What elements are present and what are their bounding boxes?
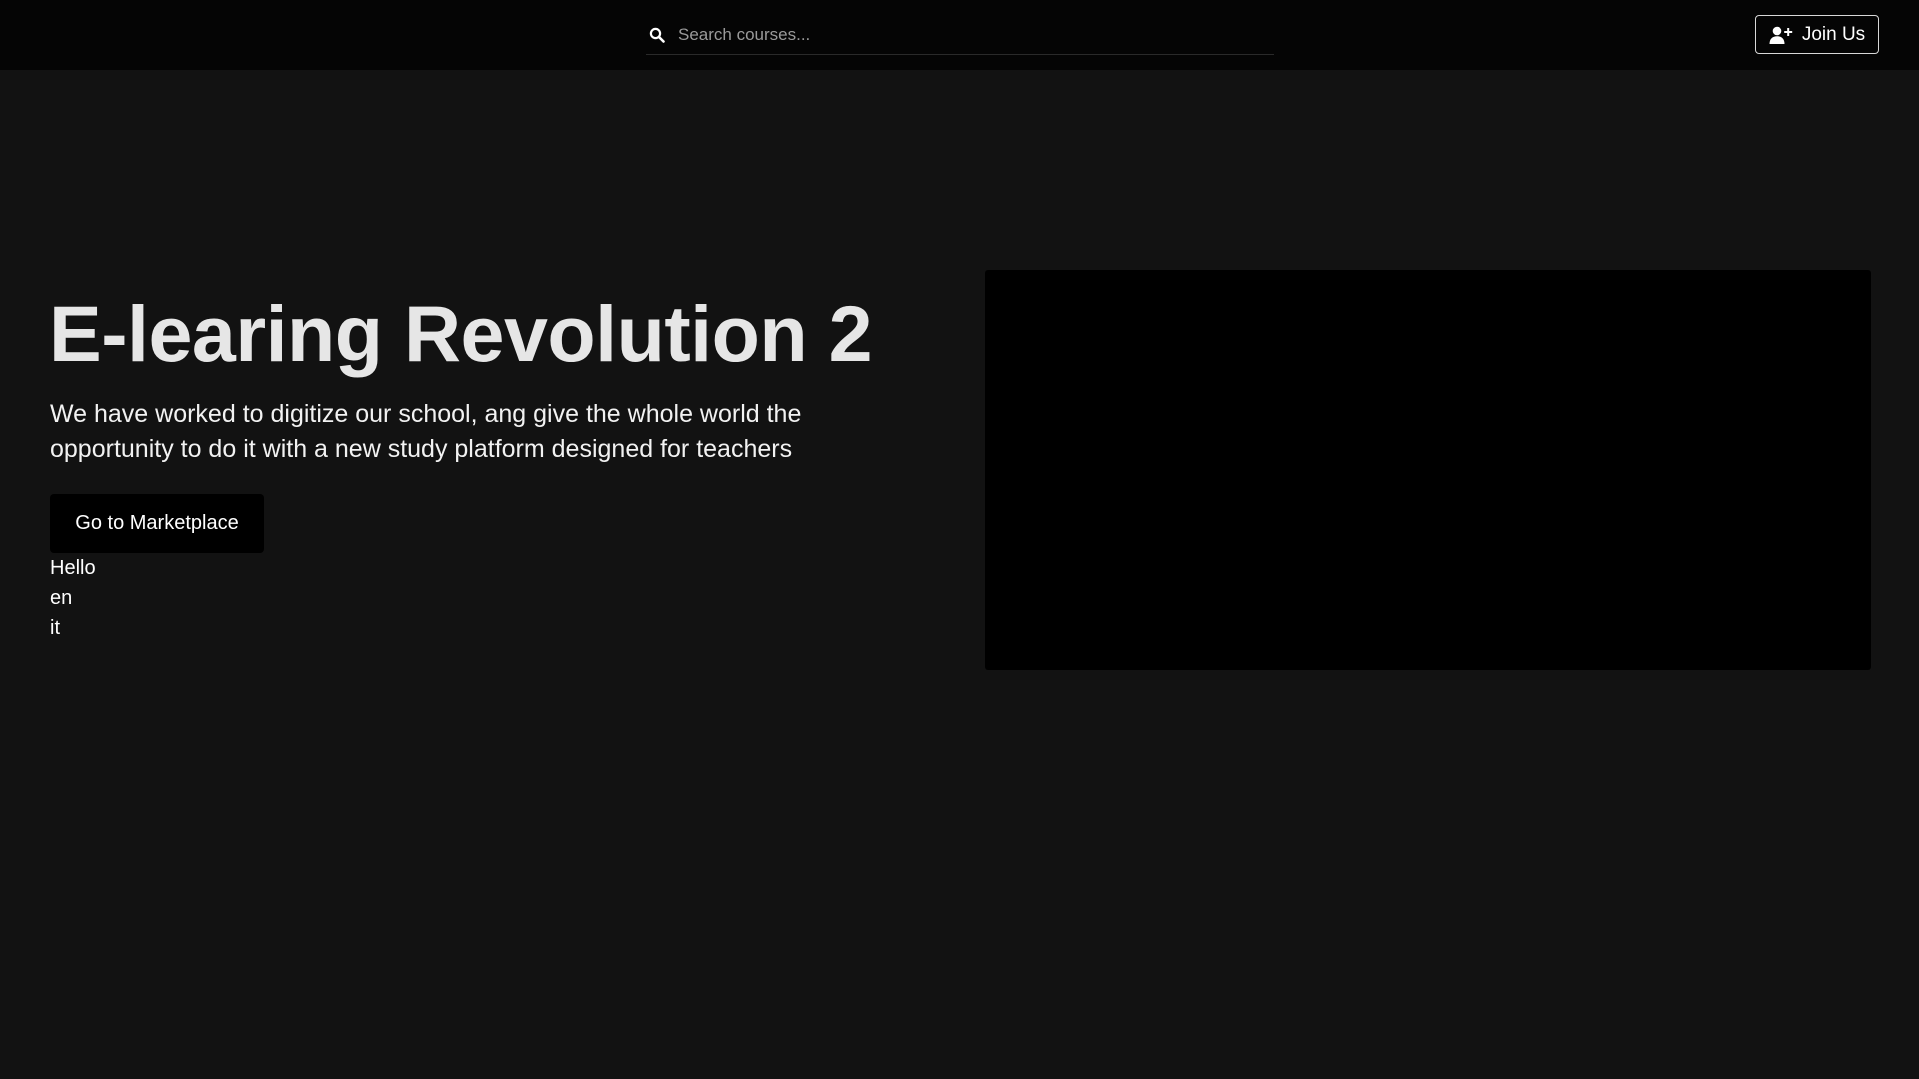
list-item: it — [50, 617, 60, 639]
go-to-marketplace-button[interactable]: Go to Marketplace — [50, 494, 264, 553]
list-item: en — [50, 587, 73, 609]
search-icon — [648, 26, 666, 44]
language-list: Hello en it — [50, 553, 96, 643]
join-us-label: Join Us — [1801, 23, 1866, 45]
search-bar[interactable] — [646, 16, 1274, 55]
video-player[interactable] — [985, 270, 1871, 670]
hero-title: E-learing Revolution 2 — [49, 289, 873, 378]
search-input[interactable] — [676, 19, 1274, 51]
list-item: Hello — [50, 557, 96, 579]
join-us-button[interactable]: Join Us — [1755, 15, 1879, 54]
hero-description: We have worked to digitize our school, a… — [50, 400, 802, 463]
user-plus-icon — [1769, 25, 1793, 45]
top-navbar: Join Us — [0, 0, 1919, 70]
